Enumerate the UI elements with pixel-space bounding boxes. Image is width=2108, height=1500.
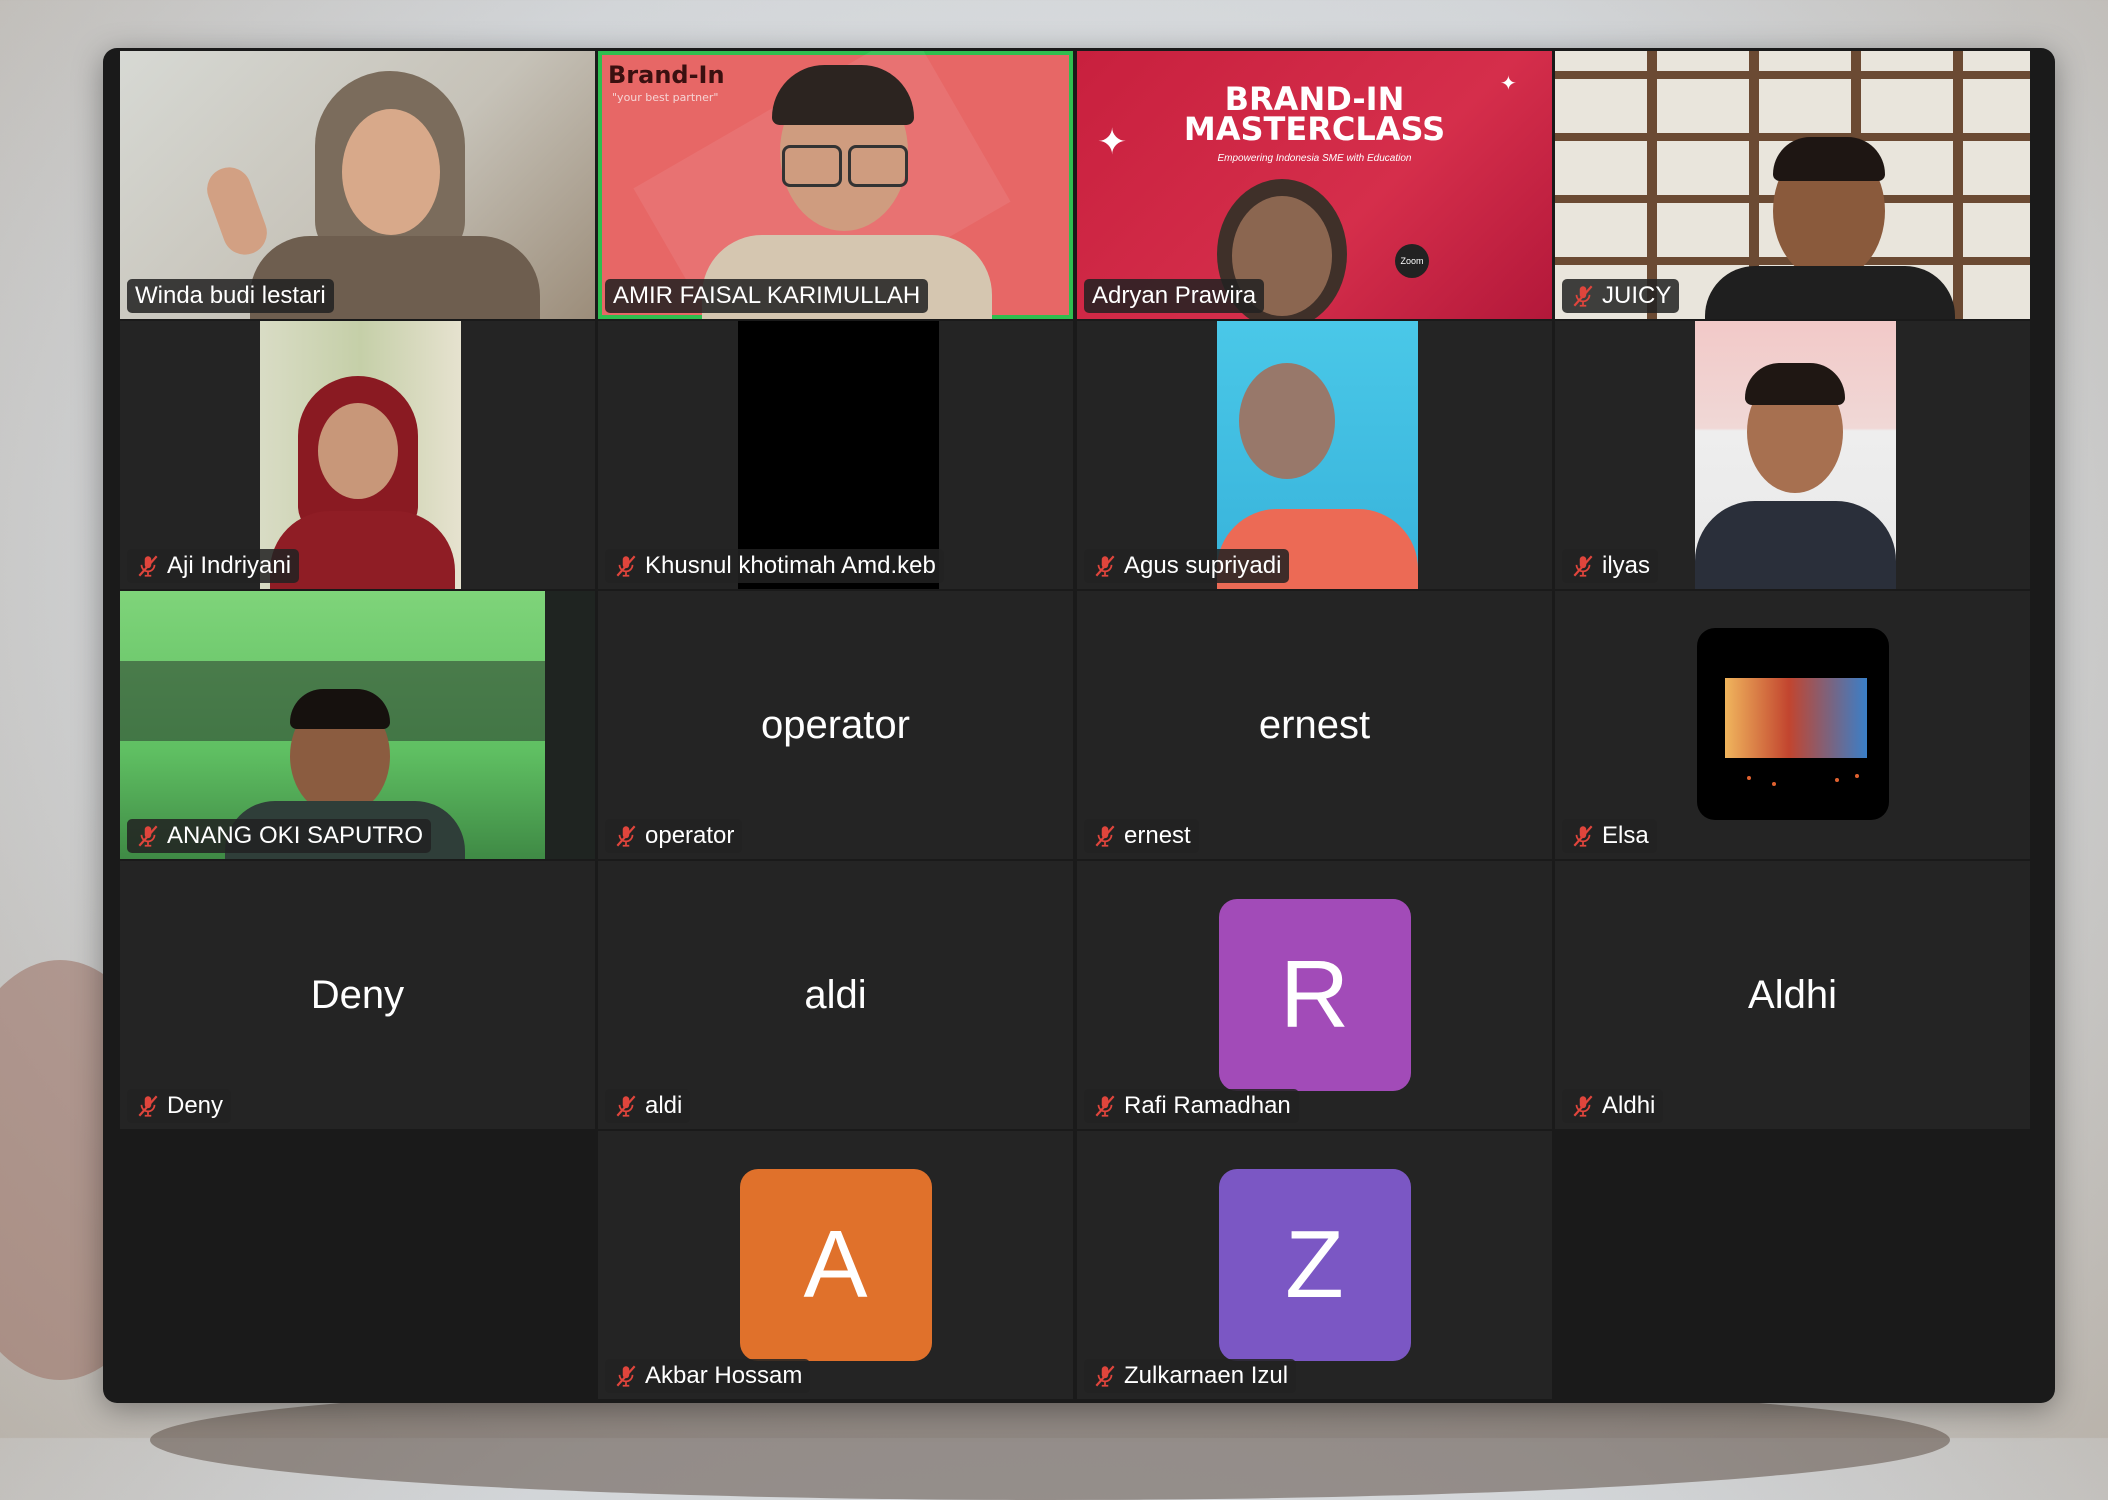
participant-name: ANANG OKI SAPUTRO (167, 822, 424, 849)
participant-tile-operator[interactable]: operator operator (598, 591, 1073, 859)
masterclass-subtitle: Empowering Indonesia SME with Education (1217, 153, 1412, 164)
participant-tile-amir[interactable]: Brand-In "your best partner" AMIR FAISAL… (598, 51, 1073, 319)
participant-tile-khusnul[interactable]: Khusnul khotimah Amd.keb (598, 321, 1073, 589)
participant-name: Elsa (1602, 822, 1649, 849)
participant-tile-aldi[interactable]: aldi aldi (598, 861, 1073, 1129)
brand-tagline: "your best partner" (612, 91, 719, 104)
participant-name: ilyas (1602, 552, 1651, 579)
mic-muted-icon (1095, 1365, 1115, 1387)
participant-name: Adryan Prawira (1092, 282, 1257, 309)
participant-tile-ilyas[interactable]: ilyas (1555, 321, 2030, 589)
participant-name-label: aldi (605, 1089, 691, 1123)
participant-name-label: ernest (1084, 819, 1199, 853)
mic-muted-icon (1095, 1095, 1115, 1117)
avatar: Z (1218, 1169, 1411, 1361)
mic-muted-icon (1573, 825, 1593, 847)
participant-name: Aldhi (1602, 1092, 1656, 1119)
participant-name: JUICY (1602, 282, 1672, 309)
participant-name-label: Akbar Hossam (605, 1359, 811, 1393)
mic-muted-icon (616, 825, 636, 847)
participant-name: Akbar Hossam (645, 1362, 803, 1389)
participant-tile-aldhi[interactable]: Aldhi Aldhi (1555, 861, 2030, 1129)
participant-name: ernest (1124, 822, 1191, 849)
mic-muted-icon (138, 1095, 158, 1117)
brand-logo-text: Brand-In (608, 61, 725, 89)
participant-tile-agus[interactable]: Agus supriyadi (1077, 321, 1552, 589)
participant-name-label: ilyas (1562, 549, 1659, 583)
participant-name-label: Aji Indriyani (127, 549, 300, 583)
participant-name-label: Winda budi lestari (127, 279, 334, 313)
participant-name-label: Deny (127, 1089, 232, 1123)
participant-name: Agus supriyadi (1124, 552, 1282, 579)
masterclass-title-line2: MASTERCLASS (1183, 110, 1446, 148)
participant-tile-zulkarnaen[interactable]: Z Zulkarnaen Izul (1077, 1131, 1552, 1399)
participant-name-label: operator (605, 819, 743, 853)
participant-tile-aji[interactable]: Aji Indriyani (120, 321, 595, 589)
mic-muted-icon (138, 825, 158, 847)
sparkle-icon: ✦ (1500, 73, 1517, 95)
avatar: A (739, 1169, 932, 1361)
mic-muted-icon (1095, 825, 1115, 847)
participant-name: Deny (167, 1092, 224, 1119)
mic-muted-icon (1573, 555, 1593, 577)
participant-name: Winda budi lestari (135, 282, 326, 309)
participant-name: Khusnul khotimah Amd.keb (645, 552, 936, 579)
avatar: R (1218, 899, 1411, 1091)
mic-muted-icon (1573, 285, 1593, 307)
mic-muted-icon (616, 1095, 636, 1117)
participant-name-label: Agus supriyadi (1084, 549, 1290, 583)
participant-tile-winda[interactable]: Winda budi lestari (120, 51, 595, 319)
participant-tile-rafi[interactable]: R Rafi Ramadhan (1077, 861, 1552, 1129)
participant-name-label: Rafi Ramadhan (1084, 1089, 1299, 1123)
zoom-badge: Zoom (1395, 244, 1429, 278)
participant-name-label: AMIR FAISAL KARIMULLAH (605, 279, 929, 313)
video-gallery-window: Winda budi lestari Brand-In "your best p… (103, 48, 2055, 1403)
participant-tile-adryan[interactable]: BRAND-IN MASTERCLASS Empowering Indonesi… (1077, 51, 1552, 319)
mic-muted-icon (138, 555, 158, 577)
participant-name-label: Elsa (1562, 819, 1657, 853)
participant-name: Zulkarnaen Izul (1124, 1362, 1289, 1389)
participant-name-label: Khusnul khotimah Amd.keb (605, 549, 944, 583)
mic-muted-icon (616, 555, 636, 577)
participant-name-label: Aldhi (1562, 1089, 1664, 1123)
sparkle-icon: ✦ (1097, 121, 1128, 162)
participant-name: Aji Indriyani (167, 552, 292, 579)
profile-picture (1697, 628, 1889, 820)
participant-name-label: JUICY (1562, 279, 1680, 313)
participant-tile-akbar[interactable]: A Akbar Hossam (598, 1131, 1073, 1399)
participant-name-label: ANANG OKI SAPUTRO (127, 819, 432, 853)
participant-name: Rafi Ramadhan (1124, 1092, 1291, 1119)
participant-name: operator (645, 822, 735, 849)
participant-tile-deny[interactable]: Deny Deny (120, 861, 595, 1129)
video-feed (1695, 321, 1896, 589)
video-feed: Brand-In "your best partner" (602, 51, 1069, 319)
participant-tile-ernest[interactable]: ernest ernest (1077, 591, 1552, 859)
participant-name: aldi (645, 1092, 683, 1119)
participant-name-label: Adryan Prawira (1084, 279, 1265, 313)
participant-tile-elsa[interactable]: Elsa (1555, 591, 2030, 859)
participant-name-label: Zulkarnaen Izul (1084, 1359, 1297, 1393)
participant-tile-juicy[interactable]: JUICY (1555, 51, 2030, 319)
mic-muted-icon (1095, 555, 1115, 577)
mic-muted-icon (1573, 1095, 1593, 1117)
participant-tile-anang[interactable]: ANANG OKI SAPUTRO (120, 591, 595, 859)
mic-muted-icon (616, 1365, 636, 1387)
participant-name: AMIR FAISAL KARIMULLAH (613, 282, 921, 309)
